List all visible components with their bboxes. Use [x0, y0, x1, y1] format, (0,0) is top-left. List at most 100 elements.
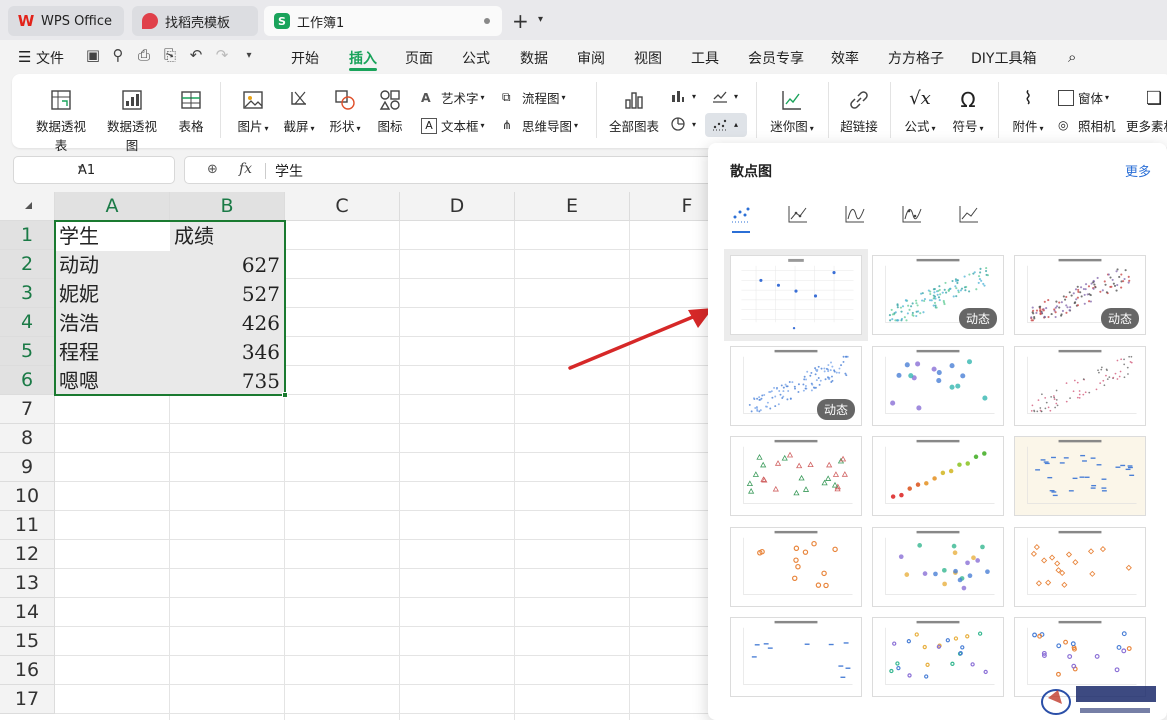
row-header-5[interactable]: 5 — [0, 337, 55, 366]
row-header-10[interactable]: 10 — [0, 482, 55, 511]
row-header-13[interactable]: 13 — [0, 569, 55, 598]
print-icon[interactable]: ⎙ — [135, 46, 153, 64]
line-chart-button[interactable]: ▾ — [712, 88, 738, 104]
hamburger-icon[interactable]: ☰ — [18, 48, 31, 66]
unsaved-dot-icon[interactable] — [484, 18, 490, 24]
menu-formula[interactable]: 公式 — [462, 48, 490, 68]
formula-insert-button[interactable]: √x 公式 ▾ — [900, 88, 940, 135]
menu-file[interactable]: 文件 — [36, 48, 64, 68]
menu-diy[interactable]: DIY工具箱 — [971, 48, 1036, 68]
menu-efficiency[interactable]: 效率 — [831, 48, 859, 68]
scatter-template-multicolor[interactable] — [872, 527, 1004, 607]
shape-button[interactable]: 形状 ▾ — [326, 88, 364, 135]
row-header-2[interactable]: 2 — [0, 250, 55, 279]
menu-data[interactable]: 数据 — [520, 48, 548, 68]
scatter-smooth-lines-icon[interactable] — [844, 203, 866, 225]
fx-icon[interactable]: fx — [239, 161, 252, 177]
name-box[interactable]: A1 ▾ — [13, 156, 175, 184]
panel-more-link[interactable]: 更多 — [1125, 161, 1151, 180]
column-chart-button[interactable]: ▾ — [670, 88, 696, 104]
mindmap-button[interactable]: ⋔ 思维导图 ▾ — [502, 116, 578, 135]
scatter-smooth-markers-icon[interactable] — [901, 203, 923, 225]
row-header-3[interactable]: 3 — [0, 279, 55, 308]
scatter-straight-lines-markers-icon[interactable] — [787, 203, 809, 225]
row-header-16[interactable]: 16 — [0, 656, 55, 685]
formula-bar[interactable]: ⊕ fx 学生 — [184, 156, 744, 184]
save-icon[interactable]: ▣ — [84, 46, 102, 64]
all-charts-button[interactable]: 全部图表 — [608, 88, 660, 135]
menu-tools[interactable]: 工具 — [691, 48, 719, 68]
sparkline-button[interactable]: 迷你图 ▾ — [766, 88, 818, 135]
form-button[interactable]: 窗体 ▾ — [1058, 88, 1109, 107]
scatter-template-basic[interactable] — [724, 249, 868, 341]
scatter-template-dynamic-blue[interactable]: 动态 — [730, 346, 862, 426]
row-header-11[interactable]: 11 — [0, 511, 55, 540]
print-preview-icon[interactable]: ⎘ — [161, 46, 179, 64]
row-header-6[interactable]: 6 — [0, 366, 55, 395]
hyperlink-button[interactable]: 超链接 — [838, 88, 880, 135]
icon-button[interactable]: 图标 — [374, 88, 406, 135]
tab-list-chevron-icon[interactable]: ▾ — [538, 14, 543, 25]
scatter-template-gradient-dots[interactable] — [872, 436, 1004, 516]
tab-docer-templates[interactable]: 找稻壳模板 — [132, 6, 258, 36]
scatter-markers-only-icon[interactable] — [730, 203, 752, 225]
textbox-button[interactable]: A 文本框 ▾ — [421, 116, 485, 135]
row-header-14[interactable]: 14 — [0, 598, 55, 627]
zoom-icon[interactable]: ⊕ — [207, 162, 218, 177]
column-header-a[interactable]: A — [55, 192, 170, 221]
row-header-17[interactable]: 17 — [0, 685, 55, 714]
quick-access-chevron-icon[interactable]: ▾ — [240, 50, 258, 68]
row-header-7[interactable]: 7 — [0, 395, 55, 424]
menu-insert[interactable]: 插入 — [349, 48, 377, 68]
scatter-template-orange-rings[interactable] — [730, 527, 862, 607]
flowchart-button[interactable]: ⧉ 流程图 ▾ — [502, 88, 566, 107]
scatter-template-dynamic-red[interactable]: 动态 — [1014, 255, 1146, 335]
screenshot-button[interactable]: 截屏 ▾ — [280, 88, 318, 135]
menu-home[interactable]: 开始 — [291, 48, 319, 68]
attachment-button[interactable]: ⌇ 附件 ▾ — [1008, 88, 1048, 135]
column-header-b[interactable]: B — [170, 192, 285, 221]
column-header-d[interactable]: D — [400, 192, 515, 221]
symbol-button[interactable]: Ω 符号 ▾ — [948, 88, 988, 135]
tab-workbook[interactable]: S 工作簿1 — [264, 6, 502, 36]
menu-page[interactable]: 页面 — [405, 48, 433, 68]
picture-button[interactable]: 图片 ▾ — [234, 88, 272, 135]
row-header-15[interactable]: 15 — [0, 627, 55, 656]
row-header-8[interactable]: 8 — [0, 424, 55, 453]
fill-handle[interactable] — [282, 392, 288, 398]
menu-review[interactable]: 审阅 — [577, 48, 605, 68]
redo-icon[interactable]: ↷ — [213, 46, 231, 64]
scatter-template-colored-circles[interactable] — [872, 346, 1004, 426]
table-button[interactable]: 表格 — [175, 88, 207, 135]
scatter-template-diamonds[interactable] — [1014, 527, 1146, 607]
share-icon[interactable]: ⚲ — [109, 46, 127, 64]
tab-wps-office[interactable]: W WPS Office — [8, 6, 124, 36]
pivot-table-button[interactable]: 数据透视表 — [30, 88, 92, 154]
wordart-button[interactable]: A 艺术字 ▾ — [421, 88, 485, 107]
select-all-corner[interactable] — [0, 192, 55, 221]
scatter-template-triangles[interactable] — [730, 436, 862, 516]
scatter-template-dynamic-teal[interactable]: 动态 — [872, 255, 1004, 335]
scatter-straight-lines-icon[interactable] — [958, 203, 980, 225]
scatter-template-pink-trend[interactable] — [1014, 346, 1146, 426]
column-header-e[interactable]: E — [515, 192, 630, 221]
row-header-1[interactable]: 1 — [0, 221, 55, 250]
scatter-template-dashes[interactable] — [730, 617, 862, 697]
column-header-c[interactable]: C — [285, 192, 400, 221]
menu-member[interactable]: 会员专享 — [748, 48, 804, 68]
row-header-4[interactable]: 4 — [0, 308, 55, 337]
scatter-template-warm[interactable] — [1014, 436, 1146, 516]
menu-view[interactable]: 视图 — [634, 48, 662, 68]
menu-fangfang[interactable]: 方方格子 — [888, 48, 944, 68]
scatter-template-mixed-markers[interactable] — [872, 617, 1004, 697]
chevron-down-icon[interactable]: ▾ — [78, 163, 166, 174]
row-header-9[interactable]: 9 — [0, 453, 55, 482]
row-header-12[interactable]: 12 — [0, 540, 55, 569]
more-materials-button[interactable]: ❏ 更多素材 — [1126, 88, 1167, 135]
search-icon[interactable]: ⌕ — [1068, 48, 1076, 66]
pie-chart-button[interactable]: ▾ — [670, 116, 696, 132]
new-tab-plus-icon[interactable]: + — [512, 9, 529, 33]
pivot-chart-button[interactable]: 数据透视图 — [101, 88, 163, 154]
undo-icon[interactable]: ↶ — [187, 46, 205, 64]
camera-button[interactable]: ◎ 照相机 — [1058, 116, 1116, 135]
